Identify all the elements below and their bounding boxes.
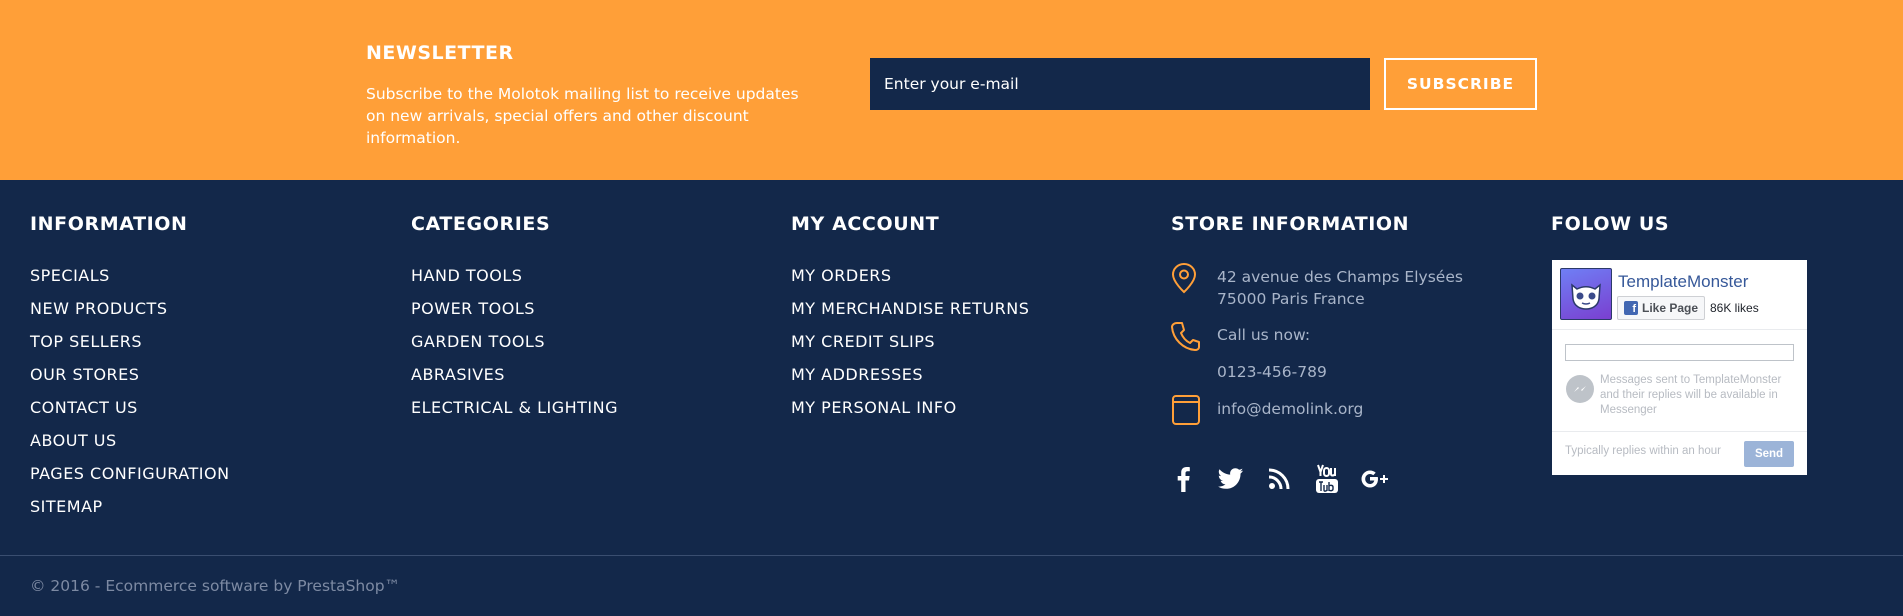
facebook-icon[interactable] <box>1168 464 1198 494</box>
link-electrical-lighting[interactable]: ELECTRICAL & LIGHTING <box>411 398 618 417</box>
link-new-products[interactable]: NEW PRODUCTS <box>30 299 167 318</box>
link-my-personal-info[interactable]: MY PERSONAL INFO <box>791 398 957 417</box>
information-title: INFORMATION <box>30 213 188 235</box>
newsletter-description: Subscribe to the Molotok mailing list to… <box>366 85 799 147</box>
link-specials[interactable]: SPECIALS <box>30 266 110 285</box>
link-contact-us[interactable]: CONTACT US <box>30 398 138 417</box>
twitter-icon[interactable] <box>1216 464 1246 494</box>
link-my-credit-slips[interactable]: MY CREDIT SLIPS <box>791 332 935 351</box>
newsletter-section: NEWSLETTER Subscribe to the Molotok mail… <box>0 0 1903 180</box>
link-our-stores[interactable]: OUR STORES <box>30 365 139 384</box>
store-address: 42 avenue des Champs Elysées 75000 Paris… <box>1217 268 1463 308</box>
store-information-title: STORE INFORMATION <box>1171 213 1410 235</box>
map-pin-icon <box>1170 262 1202 294</box>
follow-us-title: FOLOW US <box>1551 213 1670 235</box>
footer-divider <box>0 555 1903 556</box>
store-phone: 0123-456-789 <box>1217 363 1327 381</box>
link-my-orders[interactable]: MY ORDERS <box>791 266 892 285</box>
newsletter-title: NEWSLETTER <box>366 42 514 64</box>
likes-count: 86K likes <box>1710 301 1759 315</box>
facebook-small-icon: f <box>1624 301 1638 315</box>
messenger-icon <box>1566 375 1594 403</box>
rss-icon[interactable] <box>1264 464 1294 494</box>
link-abrasives[interactable]: ABRASIVES <box>411 365 505 384</box>
account-title: MY ACCOUNT <box>791 213 940 235</box>
link-garden-tools[interactable]: GARDEN TOOLS <box>411 332 545 351</box>
link-hand-tools[interactable]: HAND TOOLS <box>411 266 522 285</box>
reply-time: Typically replies within an hour <box>1565 445 1721 457</box>
link-my-addresses[interactable]: MY ADDRESSES <box>791 365 923 384</box>
subscribe-button[interactable]: SUBSCRIBE <box>1384 58 1537 110</box>
copyright: © 2016 - Ecommerce software by PrestaSho… <box>30 577 401 595</box>
messenger-input[interactable] <box>1565 344 1794 361</box>
link-about-us[interactable]: ABOUT US <box>30 431 117 450</box>
call-us-label: Call us now: <box>1217 326 1311 344</box>
phone-icon <box>1170 320 1202 352</box>
like-page-button[interactable]: f Like Page <box>1617 296 1706 320</box>
page-name[interactable]: TemplateMonster <box>1618 272 1748 292</box>
youtube-icon[interactable] <box>1312 464 1342 494</box>
link-my-merchandise-returns[interactable]: MY MERCHANDISE RETURNS <box>791 299 1029 318</box>
messenger-notice: Messages sent to TemplateMonster and the… <box>1600 374 1782 416</box>
google-plus-icon[interactable] <box>1360 464 1390 494</box>
widget-divider <box>1552 329 1807 330</box>
store-email[interactable]: info@demolink.org <box>1217 398 1363 420</box>
send-button[interactable]: Send <box>1744 441 1794 467</box>
link-power-tools[interactable]: POWER TOOLS <box>411 299 535 318</box>
page-avatar[interactable] <box>1560 268 1612 320</box>
facebook-page-widget: TemplateMonster f Like Page 86K likes Me… <box>1552 260 1807 475</box>
social-links <box>1168 464 1390 494</box>
link-top-sellers[interactable]: TOP SELLERS <box>30 332 142 351</box>
information-links: SPECIALS NEW PRODUCTS TOP SELLERS OUR ST… <box>30 266 230 530</box>
link-sitemap[interactable]: SITEMAP <box>30 497 103 516</box>
widget-divider <box>1552 431 1807 432</box>
mail-icon <box>1171 394 1203 426</box>
newsletter-email-input[interactable] <box>870 58 1370 110</box>
like-page-label: Like Page <box>1642 301 1699 315</box>
link-pages-configuration[interactable]: PAGES CONFIGURATION <box>30 464 230 483</box>
account-links: MY ORDERS MY MERCHANDISE RETURNS MY CRED… <box>791 266 1029 431</box>
categories-title: CATEGORIES <box>411 213 551 235</box>
categories-links: HAND TOOLS POWER TOOLS GARDEN TOOLS ABRA… <box>411 266 618 431</box>
